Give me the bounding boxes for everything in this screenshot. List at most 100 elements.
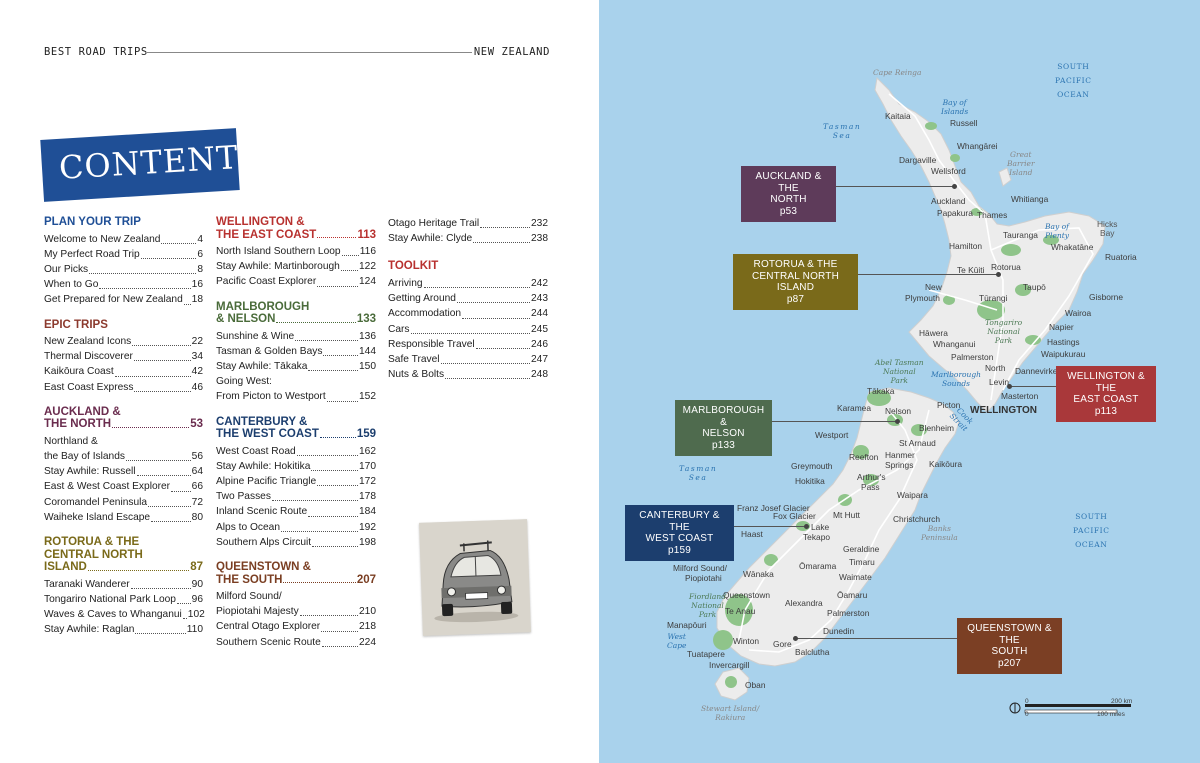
palmerston-north-label-2: North: [985, 363, 1006, 373]
toc-entry[interactable]: Stay Awhile: Tākaka 150: [216, 359, 376, 374]
marlborough-leader-dot: [895, 419, 900, 424]
haast-label: Haast: [741, 529, 763, 539]
section-auckland[interactable]: AUCKLAND & THE NORTH 53: [44, 406, 203, 431]
toc-entry[interactable]: Sunshine & Wine 136: [216, 329, 376, 344]
section-rotorua[interactable]: ROTORUA & THE CENTRAL NORTH ISLAND 87: [44, 536, 203, 574]
toc-entry[interactable]: Waiheke Island Escape 80: [44, 510, 203, 525]
scale-zero-miles: 0: [1025, 711, 1029, 718]
toc-entry[interactable]: Coromandel Peninsula 72: [44, 495, 203, 510]
toc-entry[interactable]: Southern Alps Circuit 198: [216, 535, 376, 550]
toc-entry[interactable]: Alpine Pacific Triangle 172: [216, 474, 376, 489]
whangarei-label: Whangārei: [957, 141, 998, 151]
section-marlborough[interactable]: MARLBOROUGH & NELSON 133: [216, 301, 376, 326]
toc-entry[interactable]: Going West: From Picton to Westport 152: [216, 374, 376, 404]
rotorua-leader-dot: [996, 272, 1001, 277]
toc-entry[interactable]: Milford Sound/ Piopiotahi Majesty 210: [216, 589, 376, 619]
queenstown-label: Queenstown: [723, 590, 771, 600]
thames-label: Thames: [977, 210, 1008, 220]
region-queenstown-label[interactable]: QUEENSTOWN & THE SOUTH p207: [957, 618, 1062, 674]
toc-entry[interactable]: Taranaki Wanderer 90: [44, 577, 203, 592]
region-canterbury-label[interactable]: CANTERBURY & THE WEST COAST p159: [625, 505, 734, 561]
section-queenstown[interactable]: QUEENSTOWN & THE SOUTH 207: [216, 561, 376, 586]
contents-banner: CONTENTS: [40, 128, 262, 202]
toc-entry[interactable]: North Island Southern Loop 116: [216, 244, 376, 259]
toc-entry[interactable]: East Coast Express 46: [44, 380, 203, 395]
toc-entry[interactable]: Cars 245: [388, 322, 548, 337]
toc-entry[interactable]: Stay Awhile: Martinborough 122: [216, 259, 376, 274]
scale-miles: 100 miles: [1097, 711, 1125, 718]
toc-entry[interactable]: Safe Travel 247: [388, 352, 548, 367]
wanaka-label: Wānaka: [743, 569, 774, 579]
toc-entry[interactable]: Kaikōura Coast 42: [44, 364, 203, 379]
oamaru-label: Ōamaru: [837, 590, 868, 600]
toc-entry[interactable]: Stay Awhile: Hokitika 170: [216, 459, 376, 474]
toc-column-3: Otago Heritage Trail 232 Stay Awhile: Cly…: [388, 216, 548, 382]
toc-entry[interactable]: My Perfect Road Trip 6: [44, 247, 203, 262]
toc-entry[interactable]: Getting Around 243: [388, 291, 548, 306]
cape-reinga-label: Cape Reinga: [873, 68, 922, 77]
waipukurau-label: Waipukurau: [1041, 349, 1086, 359]
hokitika-label: Hokitika: [795, 476, 825, 486]
toc-entry[interactable]: West Coast Road 162: [216, 444, 376, 459]
contents-title: CONTENTS: [57, 136, 263, 187]
papakura-label: Papakura: [937, 208, 973, 218]
timaru-label: Timaru: [849, 557, 875, 567]
section-wellington[interactable]: WELLINGTON & THE EAST COAST 113: [216, 216, 376, 241]
toc-entry[interactable]: Accommodation 244: [388, 306, 548, 321]
wellington-leader-dot: [1007, 384, 1012, 389]
toc-entry[interactable]: Central Otago Explorer 218: [216, 619, 376, 634]
toc-entry[interactable]: Stay Awhile: Russell 64: [44, 464, 203, 479]
toc-entry[interactable]: Otago Heritage Trail 232: [388, 216, 548, 231]
bay-of-plenty-label: Bay of Plenty: [1045, 222, 1069, 240]
section-toolkit: TOOLKIT: [388, 260, 439, 273]
toc-entry[interactable]: Tongariro National Park Loop 96: [44, 592, 203, 607]
hicks-bay-label: Hicks Bay: [1097, 219, 1118, 238]
toc-entry[interactable]: New Zealand Icons 22: [44, 334, 203, 349]
te-anau-label: Te Anau: [725, 606, 756, 616]
russell-label: Russell: [950, 118, 978, 128]
toc-entry[interactable]: Stay Awhile: Clyde 238: [388, 231, 548, 246]
napier-label: Napier: [1049, 322, 1074, 332]
toc-entry[interactable]: Our Picks 8: [44, 262, 203, 277]
toc-entry[interactable]: Get Prepared for New Zealand 18: [44, 292, 203, 307]
toc-entry[interactable]: Thermal Discoverer 34: [44, 349, 203, 364]
st-arnaud-label: St Arnaud: [899, 438, 936, 448]
toc-entry[interactable]: Northland & the Bay of Islands 56: [44, 434, 203, 464]
toc-entry[interactable]: Tasman & Golden Bays 144: [216, 344, 376, 359]
banks-peninsula-label: Banks Peninsula: [921, 524, 958, 542]
taupo-label: Taupō: [1023, 282, 1046, 292]
toc-entry[interactable]: Welcome to New Zealand 4: [44, 232, 203, 247]
toc-entry[interactable]: Pacific Coast Explorer 124: [216, 274, 376, 289]
hanmer-label-2: Springs: [885, 460, 914, 470]
toc-entry[interactable]: East & West Coast Explorer 66: [44, 479, 203, 494]
toc-entry[interactable]: When to Go 16: [44, 277, 203, 292]
toc-entry[interactable]: Inland Scenic Route 184: [216, 504, 376, 519]
alexandra-label: Alexandra: [785, 598, 823, 608]
toc-entry[interactable]: Alps to Ocean 192: [216, 520, 376, 535]
toc-entry[interactable]: Two Passes 178: [216, 489, 376, 504]
blenheim-label: Blenheim: [919, 423, 954, 433]
toc-entry[interactable]: Responsible Travel 246: [388, 337, 548, 352]
rotorua-leader-line: [858, 274, 998, 275]
waipara-label: Waipara: [897, 490, 928, 500]
toc-entry[interactable]: Southern Scenic Route 224: [216, 635, 376, 650]
great-barrier-label: Great Barrier Island: [1007, 150, 1035, 177]
region-rotorua-label[interactable]: ROTORUA & THE CENTRAL NORTH ISLAND p87: [733, 254, 858, 310]
toc-entry[interactable]: Arriving 242: [388, 276, 548, 291]
toc-entry[interactable]: Stay Awhile: Raglan 110: [44, 622, 203, 637]
fiordland-park-label: Fiordland National Park: [689, 592, 727, 619]
vintage-car-photo: [419, 519, 531, 636]
takaka-label: Tākaka: [867, 386, 895, 396]
region-wellington-label[interactable]: WELLINGTON & THE EAST COAST p113: [1056, 366, 1156, 422]
toc-entry[interactable]: Nuts & Bolts 248: [388, 367, 548, 382]
waimate-label: Waimate: [839, 572, 872, 582]
region-auckland-label[interactable]: AUCKLAND & THE NORTH p53: [741, 166, 836, 222]
new-zealand-map: Cape Reinga Kaitaia Russell Whangārei Da…: [599, 0, 1200, 763]
region-marlborough-label[interactable]: MARLBOROUGH & NELSON p133: [675, 400, 772, 456]
toc-entry[interactable]: Waves & Caves to Whanganui 102: [44, 607, 205, 622]
tongariro-park-label: Tongariro National Park: [985, 318, 1023, 345]
auckland-leader-line: [836, 186, 954, 187]
gisborne-label: Gisborne: [1089, 292, 1123, 302]
section-canterbury[interactable]: CANTERBURY & THE WEST COAST 159: [216, 416, 376, 441]
west-cape-label: West Cape: [667, 632, 687, 650]
